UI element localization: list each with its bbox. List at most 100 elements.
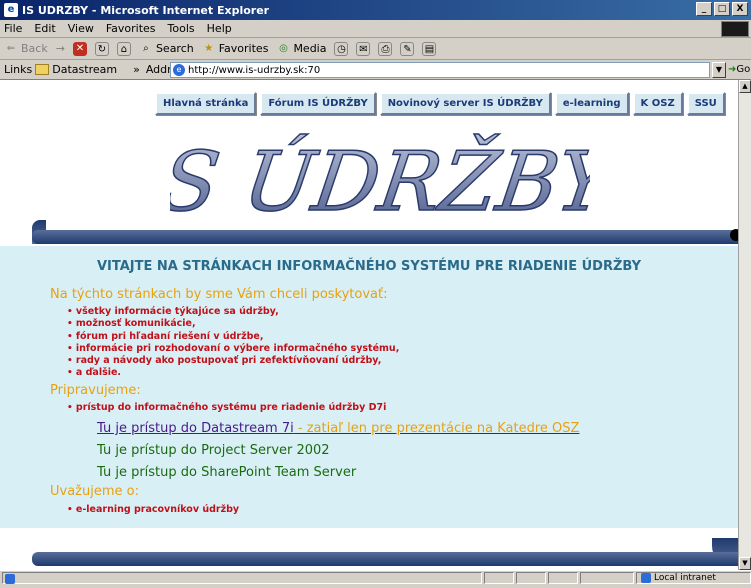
list-item: fórum pri hľadaní riešení v údržbe, (67, 331, 399, 343)
search-label: Search (155, 42, 194, 55)
address-url: http://www.is-udrzby.sk:70 (188, 64, 321, 76)
menu-help[interactable]: Help (207, 22, 232, 35)
maximize-button[interactable]: □ (714, 2, 730, 16)
discuss-icon: ▤ (422, 41, 437, 56)
minimize-button[interactable]: _ (696, 2, 712, 16)
media-label: Media (293, 42, 327, 55)
header-band (32, 230, 738, 244)
go-label: Go (736, 64, 751, 75)
address-dropdown[interactable]: ▼ (712, 62, 726, 78)
media-button[interactable]: ◎ Media (276, 42, 326, 56)
refresh-button[interactable]: ↻ (94, 41, 109, 56)
welcome-section: VITAJTE NA STRÁNKACH INFORMAČNÉHO SYSTÉM… (0, 246, 738, 528)
list-item: možnosť komunikácie, (67, 318, 399, 330)
menu-edit[interactable]: Edit (34, 22, 55, 35)
favorites-star-icon: ★ (204, 42, 214, 54)
site-logo: IS ÚDRŽBY (170, 133, 590, 231)
home-icon: ⌂ (116, 41, 131, 56)
folder-icon (35, 64, 50, 75)
search-icon: ⌕ (143, 42, 149, 54)
mail-icon: ✉ (356, 41, 371, 56)
nav-forum[interactable]: Fórum IS ÚDRŽBY (260, 92, 376, 115)
sharepoint-link[interactable]: Tu je prístup do SharePoint Team Server (97, 465, 356, 480)
page-content: Hlavná stránka Fórum IS ÚDRŽBY Novinový … (0, 80, 738, 570)
address-bar: Links Datastream » Address e http://www.… (0, 60, 751, 80)
nav-home[interactable]: Hlavná stránka (155, 92, 257, 115)
title-bar: e IS UDRZBY - Microsoft Internet Explore… (0, 0, 751, 20)
nav-news-server[interactable]: Novinový server IS ÚDRŽBY (379, 92, 551, 115)
menu-tools[interactable]: Tools (168, 22, 195, 35)
mail-button[interactable]: ✉ (356, 41, 371, 56)
menu-bar: File Edit View Favorites Tools Help (0, 20, 751, 38)
list-item: e-learning pracovníkov údržby (67, 504, 239, 516)
site-navigation: Hlavná stránka Fórum IS ÚDRŽBY Novinový … (155, 92, 725, 115)
scroll-up-arrow-icon[interactable]: ▲ (739, 80, 751, 93)
links-label: Links (4, 63, 33, 76)
menu-favorites[interactable]: Favorites (106, 22, 156, 35)
refresh-icon: ↻ (94, 41, 109, 56)
stop-button[interactable]: ✕ (72, 41, 87, 56)
home-button[interactable]: ⌂ (116, 41, 131, 56)
datastream-note: - zatiaľ len pre prezentácie na Katedre … (293, 421, 580, 436)
features-list: všetky informácie týkajúce sa údržby, mo… (67, 306, 399, 380)
address-input[interactable]: e http://www.is-udrzby.sk:70 (170, 62, 710, 78)
history-icon: ◷ (334, 41, 349, 56)
ie-page-icon: e (4, 3, 18, 17)
standard-toolbar: ⇐ Back → ✕ ↻ ⌂ ⌕ Search ★ Favorites ◎ Me… (0, 38, 751, 60)
back-arrow-icon: ⇐ (6, 42, 16, 54)
project-server-link[interactable]: Tu je prístup do Project Server 2002 (97, 443, 330, 458)
forward-arrow-icon: → (55, 42, 65, 55)
datastream-access-link[interactable]: Tu je prístup do Datastream 7i - zatiaľ … (97, 421, 579, 436)
ie-page-icon: e (173, 64, 185, 76)
intro-text: Na týchto stránkach by sme Vám chceli po… (50, 287, 388, 302)
welcome-heading: VITAJTE NA STRÁNKACH INFORMAČNÉHO SYSTÉM… (96, 259, 642, 274)
menu-file[interactable]: File (4, 22, 22, 35)
status-cell (516, 572, 546, 584)
edit-button[interactable]: ✎ (400, 41, 415, 56)
list-item: informácie pri rozhodovaní o výbere info… (67, 343, 399, 355)
list-item: a ďalšie. (67, 367, 399, 379)
status-cell (484, 572, 514, 584)
forward-button[interactable]: → (56, 42, 65, 55)
favorites-label: Favorites (218, 42, 269, 55)
preparing-list: prístup do informačného systému pre riad… (67, 402, 386, 414)
menu-view[interactable]: View (68, 22, 94, 35)
stop-icon: ✕ (72, 41, 87, 56)
media-icon: ◎ (279, 42, 288, 54)
datastream-link-text[interactable]: Tu je prístup do Datastream 7i (97, 421, 294, 436)
list-item: všetky informácie týkajúce sa údržby, (67, 306, 399, 318)
page-status-icon (5, 574, 15, 584)
nav-e-learning[interactable]: e-learning (554, 92, 629, 115)
scroll-down-arrow-icon[interactable]: ▼ (739, 557, 751, 570)
status-bar: Local intranet (0, 570, 751, 584)
go-button[interactable]: ➜Go (728, 64, 750, 75)
band-end-dot (730, 229, 738, 241)
considering-label: Uvažujeme o: (50, 484, 139, 499)
status-cell (580, 572, 634, 584)
logo-text: IS ÚDRŽBY (170, 133, 590, 230)
datastream-link[interactable]: Datastream (52, 63, 117, 76)
considering-list: e-learning pracovníkov údržby (67, 504, 239, 516)
favorites-button[interactable]: ★ Favorites (202, 42, 269, 56)
history-button[interactable]: ◷ (334, 41, 349, 56)
preparing-label: Pripravujeme: (50, 383, 141, 398)
search-button[interactable]: ⌕ Search (139, 42, 194, 56)
vertical-scrollbar[interactable]: ▲ ▼ (738, 80, 751, 570)
windows-logo-icon (721, 21, 749, 37)
print-icon: ⎙ (378, 41, 393, 56)
close-button[interactable]: X (732, 2, 748, 16)
back-label: Back (21, 42, 48, 55)
intranet-icon (641, 573, 651, 583)
discuss-button[interactable]: ▤ (422, 41, 437, 56)
nav-k-osz[interactable]: K OSZ (632, 92, 683, 115)
window-title: IS UDRZBY - Microsoft Internet Explorer (22, 3, 270, 17)
nav-ssu[interactable]: SSU (686, 92, 725, 115)
print-button[interactable]: ⎙ (378, 41, 393, 56)
footer-band (32, 552, 738, 566)
list-item: prístup do informačného systému pre riad… (67, 402, 386, 414)
back-button[interactable]: ⇐ Back (4, 42, 48, 56)
list-item: rady a návody ako postupovať pri zefektí… (67, 355, 399, 367)
links-chevron[interactable]: » (133, 63, 140, 76)
status-text-cell (2, 572, 482, 584)
security-zone[interactable]: Local intranet (636, 572, 751, 584)
